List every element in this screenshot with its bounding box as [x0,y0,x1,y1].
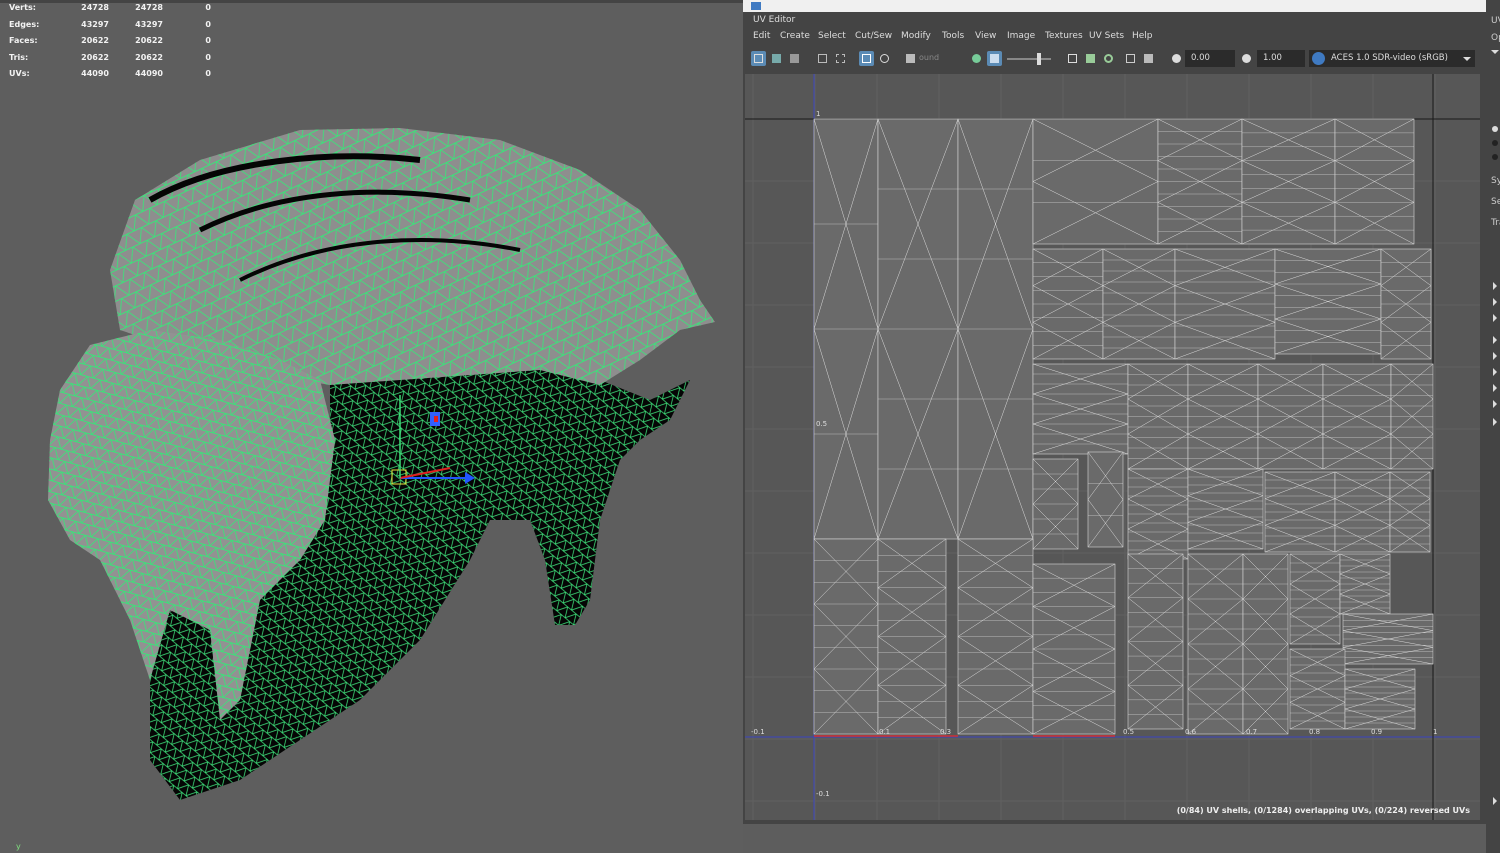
menu-uv-sets[interactable]: UV Sets [1089,31,1124,41]
menu-cut-sew[interactable]: Cut/Sew [855,31,892,41]
chevron-right-icon[interactable] [1493,352,1497,360]
color-management-icon [1312,52,1325,65]
side-panel-label: Tra [1491,218,1500,228]
menu-modify[interactable]: Modify [901,31,931,41]
image-icon[interactable] [1083,51,1098,66]
axis-indicator-y: y [16,842,21,851]
tick-label: 1 [816,110,821,118]
panel-title: UV Editor [753,15,796,25]
chevron-right-icon[interactable] [1493,797,1497,805]
uv-layout[interactable] [745,74,1480,820]
side-panel-label: Sy [1491,176,1500,186]
snap-grid-icon[interactable] [859,51,874,66]
chevron-right-icon[interactable] [1493,282,1497,290]
color-space-value: ACES 1.0 SDR-video (sRGB) [1331,53,1448,63]
menu-image[interactable]: Image [1007,31,1035,41]
toggle-image-icon[interactable] [969,51,984,66]
window-titlebar[interactable] [743,0,1486,12]
side-panel-label: Op [1491,33,1500,43]
close-image-icon[interactable] [1123,51,1138,66]
uv-grid-icon[interactable] [751,51,766,66]
side-panel-label: Se [1491,197,1500,207]
tick-label: 0.5 [816,420,828,428]
tick-label: 0.9 [1371,728,1383,736]
menu-textures[interactable]: Textures [1045,31,1083,41]
gamma-icon[interactable] [1239,51,1254,66]
radio-icon[interactable] [1492,154,1498,160]
uv-shell [1032,118,1159,245]
tick-label: 0.3 [940,728,952,736]
tick-label: 0.1 [879,728,891,736]
menu-view[interactable]: View [975,31,996,41]
chevron-right-icon[interactable] [1493,384,1497,392]
camera-icon[interactable] [903,51,918,66]
snap-point-icon[interactable] [877,51,892,66]
menu-bar: Edit Create Select Cut/Sew Modify Tools … [743,28,1486,44]
psd-icon[interactable] [1141,51,1156,66]
menu-create[interactable]: Create [780,31,810,41]
display-image-icon[interactable] [987,51,1002,66]
menu-select[interactable]: Select [818,31,846,41]
chevron-right-icon[interactable] [1493,298,1497,306]
hair-mesh-wireframe[interactable] [0,0,743,853]
uv-editor-window[interactable]: UV Editor Edit Create Select Cut/Sew Mod… [743,0,1487,824]
side-panel-label: UV [1491,16,1500,26]
tick-label: 0.7 [1246,728,1258,736]
uv-shell-icon[interactable] [769,51,784,66]
chevron-right-icon[interactable] [1493,418,1497,426]
gamma-field[interactable]: 1.00 [1257,50,1305,67]
snap-field[interactable]: ound [919,53,939,62]
grid-toggle-icon[interactable] [815,51,830,66]
fit-image-icon[interactable] [1065,51,1080,66]
exposure-icon[interactable] [1169,51,1184,66]
color-space-dropdown[interactable]: ACES 1.0 SDR-video (sRGB) [1309,50,1475,67]
radio-icon[interactable] [1492,140,1498,146]
radio-icon[interactable] [1492,126,1498,132]
chevron-down-icon [1463,57,1471,61]
grid-dense-icon[interactable] [833,51,848,66]
attribute-side-panel: UV Op Sy Se Tra [1486,0,1500,853]
chevron-right-icon[interactable] [1493,336,1497,344]
uv-statistics-status: (0/84) UV shells, (0/1284) overlapping U… [1176,806,1470,815]
refresh-icon[interactable] [1101,51,1116,66]
tick-label: 0.8 [1309,728,1321,736]
chevron-right-icon[interactable] [1493,368,1497,376]
dim-slider[interactable] [1007,58,1051,60]
tick-label: 1 [1433,728,1438,736]
menu-help[interactable]: Help [1132,31,1153,41]
tick-label: -0.1 [751,728,765,736]
tick-label: 0.6 [1185,728,1197,736]
app-icon [751,2,761,10]
uv-toolbar: ound 0.00 1.00 ACES 1.0 SDR-video (sRGB) [743,46,1481,72]
tick-label: 0.5 [1123,728,1135,736]
menu-edit[interactable]: Edit [753,31,770,41]
chevron-down-icon[interactable] [1491,50,1499,54]
exposure-field[interactable]: 0.00 [1185,50,1235,67]
uv-shell [1087,451,1124,548]
3d-viewport[interactable]: Verts: 24728 24728 0 Edges: 43297 43297 … [0,0,743,853]
chevron-right-icon[interactable] [1493,400,1497,408]
menu-tools[interactable]: Tools [942,31,964,41]
tick-label: -0.1 [816,790,830,798]
uv-checker-icon[interactable] [787,51,802,66]
panel-header: UV Editor [745,12,1485,28]
dim-slider-handle[interactable] [1037,53,1041,65]
uv-canvas[interactable]: -0.1 0.1 0.3 0.5 0.6 0.7 0.8 0.9 1 1 0.5… [745,74,1480,820]
chevron-right-icon[interactable] [1493,314,1497,322]
